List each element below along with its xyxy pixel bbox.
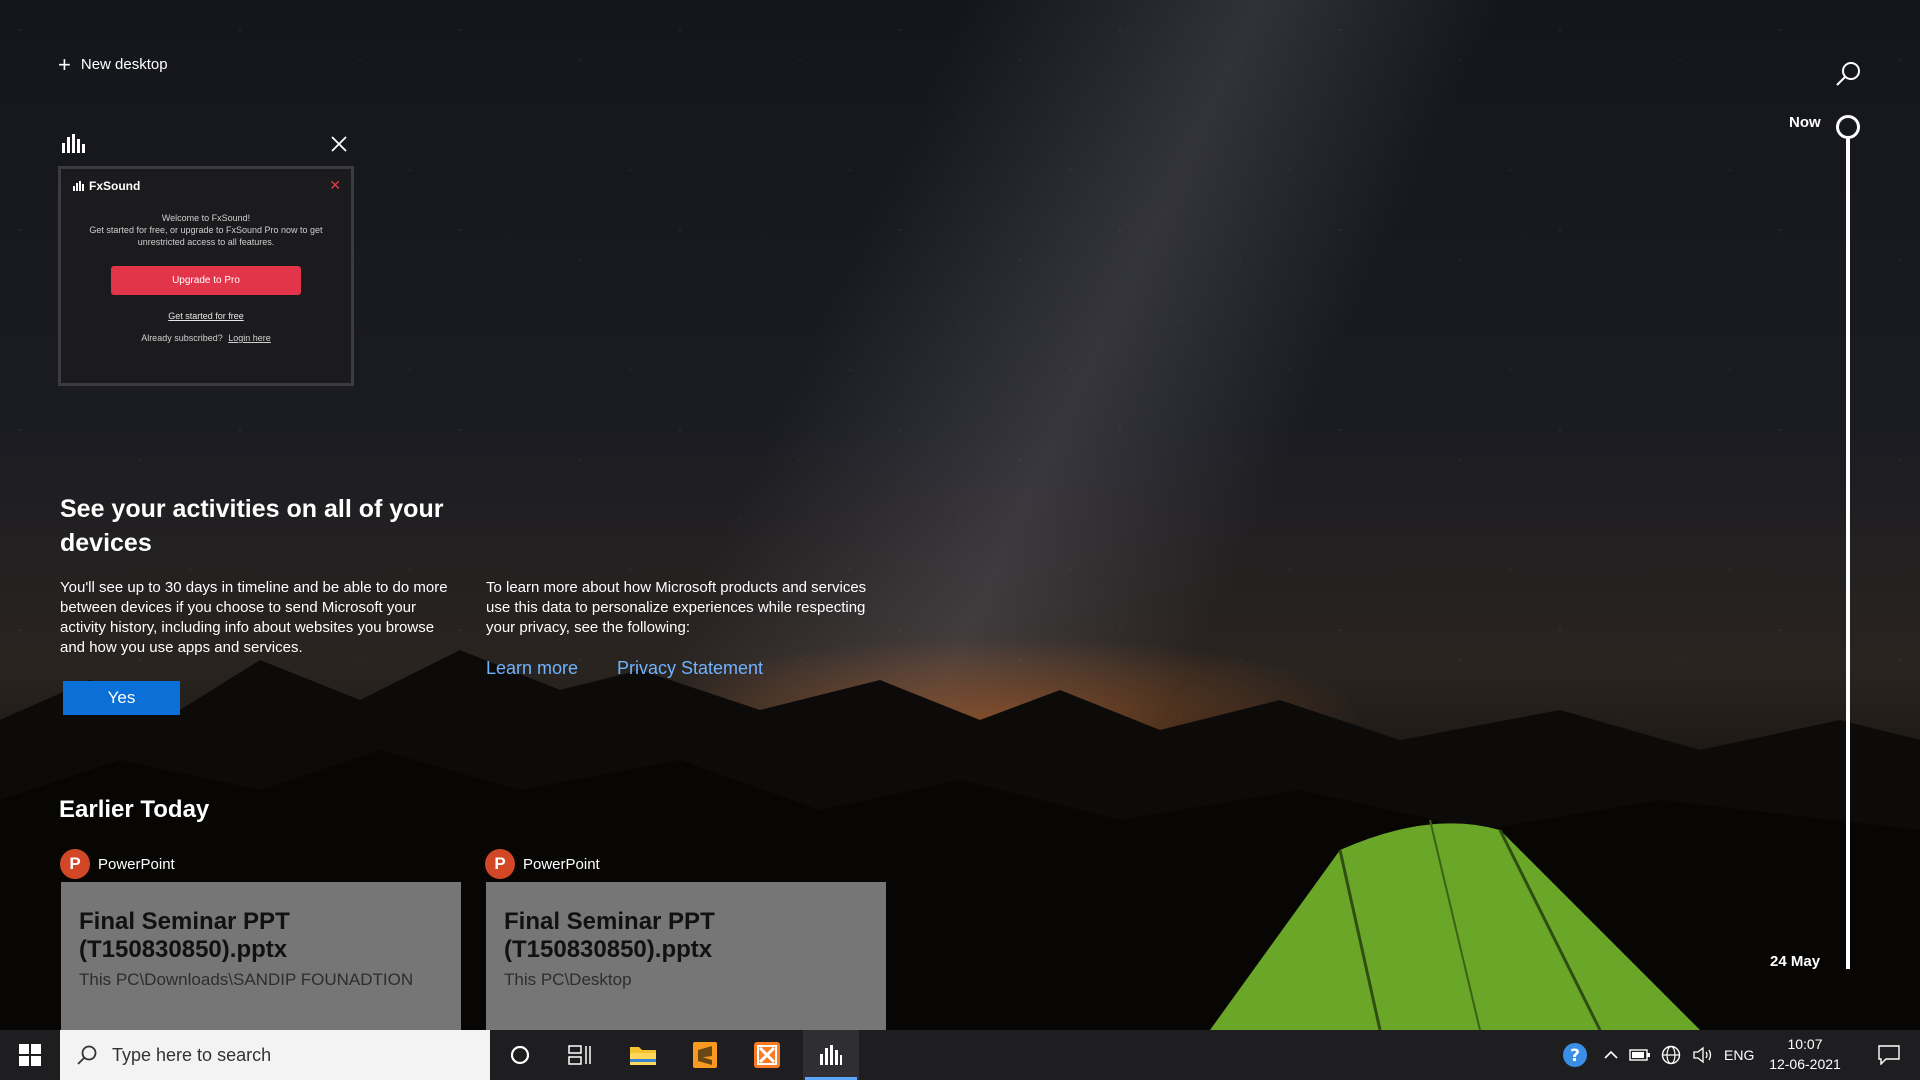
volume-button[interactable]: [1688, 1030, 1718, 1080]
show-hidden-icons-button[interactable]: [1598, 1030, 1624, 1080]
fxsound-header: FxSound ✕: [61, 169, 351, 194]
fxsound-window-thumbnail[interactable]: FxSound ✕ Welcome to FxSound! Get starte…: [58, 166, 354, 386]
earlier-today-heading: Earlier Today: [59, 796, 210, 823]
privacy-description: To learn more about how Microsoft produc…: [486, 579, 867, 636]
sublime-text-icon: [693, 1042, 717, 1068]
activity-app-label: P PowerPoint: [485, 849, 600, 879]
activity-card-path: This PC\Downloads\SANDIP FOUNADTION: [79, 970, 414, 989]
fxsound-app-icon: [62, 134, 85, 153]
activity-app-name: PowerPoint: [98, 855, 175, 873]
help-question-icon: ?: [1563, 1043, 1587, 1067]
sublime-text-button[interactable]: [679, 1030, 731, 1080]
help-tray-button[interactable]: ?: [1558, 1030, 1592, 1080]
search-icon: [77, 1045, 97, 1065]
activities-title: See your activities on all of your devic…: [60, 495, 444, 557]
speaker-icon: [1693, 1046, 1712, 1064]
battery-icon: [1629, 1049, 1650, 1061]
search-placeholder: Type here to search: [112, 1044, 272, 1065]
xampp-icon: [754, 1042, 780, 1068]
fxsound-close-icon[interactable]: ✕: [329, 177, 341, 194]
fxsound-taskbar-icon: [820, 1045, 842, 1065]
action-center-button[interactable]: [1864, 1030, 1914, 1080]
learn-more-link[interactable]: Learn more: [486, 658, 578, 679]
already-subscribed-text: Already subscribed?: [141, 333, 223, 343]
timeline-date-label: 24 May: [1770, 953, 1821, 970]
fxsound-welcome-line1: Welcome to FxSound!: [161, 213, 251, 223]
chevron-up-icon: [1604, 1050, 1618, 1059]
new-desktop-button[interactable]: + New desktop: [58, 51, 168, 77]
search-icon[interactable]: [1834, 60, 1862, 88]
task-view-button[interactable]: [554, 1030, 606, 1080]
timeline-track[interactable]: [1846, 139, 1850, 969]
plus-icon: +: [58, 51, 71, 77]
svg-text:?: ?: [1570, 1046, 1580, 1066]
login-here-link[interactable]: Login here: [228, 333, 271, 343]
fxsound-welcome-line2: Get started for free, or upgrade to FxSo…: [89, 225, 323, 247]
activity-app-name: PowerPoint: [523, 855, 600, 873]
activities-description: You'll see up to 30 days in timeline and…: [60, 579, 448, 656]
close-window-icon[interactable]: [330, 135, 348, 153]
activity-card[interactable]: Final Seminar PPT (T150830850).pptx This…: [61, 882, 461, 1032]
task-view-icon: [568, 1045, 591, 1065]
network-button[interactable]: [1656, 1030, 1686, 1080]
fxsound-title: FxSound: [89, 178, 141, 193]
activity-card-title: Final Seminar PPT (T150830850).pptx: [79, 908, 290, 963]
cortana-circle-icon: [510, 1045, 530, 1065]
fxsound-logo-icon: [73, 180, 84, 191]
timeline-handle[interactable]: [1836, 115, 1860, 139]
fxsound-welcome: Welcome to FxSound! Get started for free…: [61, 212, 351, 248]
taskbar: Type here to search ? ENG: [0, 1030, 1920, 1080]
clock-time: 10:07: [1787, 1036, 1823, 1052]
privacy-statement-link[interactable]: Privacy Statement: [617, 658, 763, 679]
powerpoint-icon: P: [485, 849, 515, 879]
yes-button[interactable]: Yes: [63, 681, 180, 715]
activity-card-title: Final Seminar PPT (T150830850).pptx: [504, 908, 715, 963]
file-explorer-button[interactable]: [617, 1030, 669, 1080]
fxsound-taskbar-button[interactable]: [803, 1030, 859, 1080]
new-desktop-label: New desktop: [80, 56, 168, 73]
powerpoint-icon: P: [60, 849, 90, 879]
already-subscribed-row: Already subscribed? Login here: [61, 333, 351, 343]
xampp-button[interactable]: [741, 1030, 793, 1080]
battery-button[interactable]: [1626, 1030, 1654, 1080]
timeline-now-label: Now: [1789, 114, 1821, 131]
folder-icon: [630, 1047, 656, 1065]
cortana-button[interactable]: [494, 1030, 546, 1080]
clock[interactable]: 10:07 12-06-2021: [1768, 1034, 1842, 1074]
upgrade-to-pro-button[interactable]: Upgrade to Pro: [111, 266, 301, 295]
taskbar-search-box[interactable]: Type here to search: [60, 1030, 490, 1080]
get-started-free-link[interactable]: Get started for free: [61, 311, 351, 321]
activity-card-path: This PC\Desktop: [504, 970, 632, 989]
activity-card[interactable]: Final Seminar PPT (T150830850).pptx This…: [486, 882, 886, 1032]
input-language[interactable]: ENG: [1724, 1030, 1754, 1080]
globe-icon: [1661, 1045, 1681, 1065]
start-button[interactable]: [0, 1030, 60, 1080]
wallpaper-tent: [1210, 819, 1700, 1031]
clock-date: 12-06-2021: [1769, 1056, 1841, 1072]
activity-app-label: P PowerPoint: [60, 849, 175, 879]
notification-icon: [1878, 1045, 1900, 1065]
windows-logo-icon: [19, 1044, 41, 1066]
